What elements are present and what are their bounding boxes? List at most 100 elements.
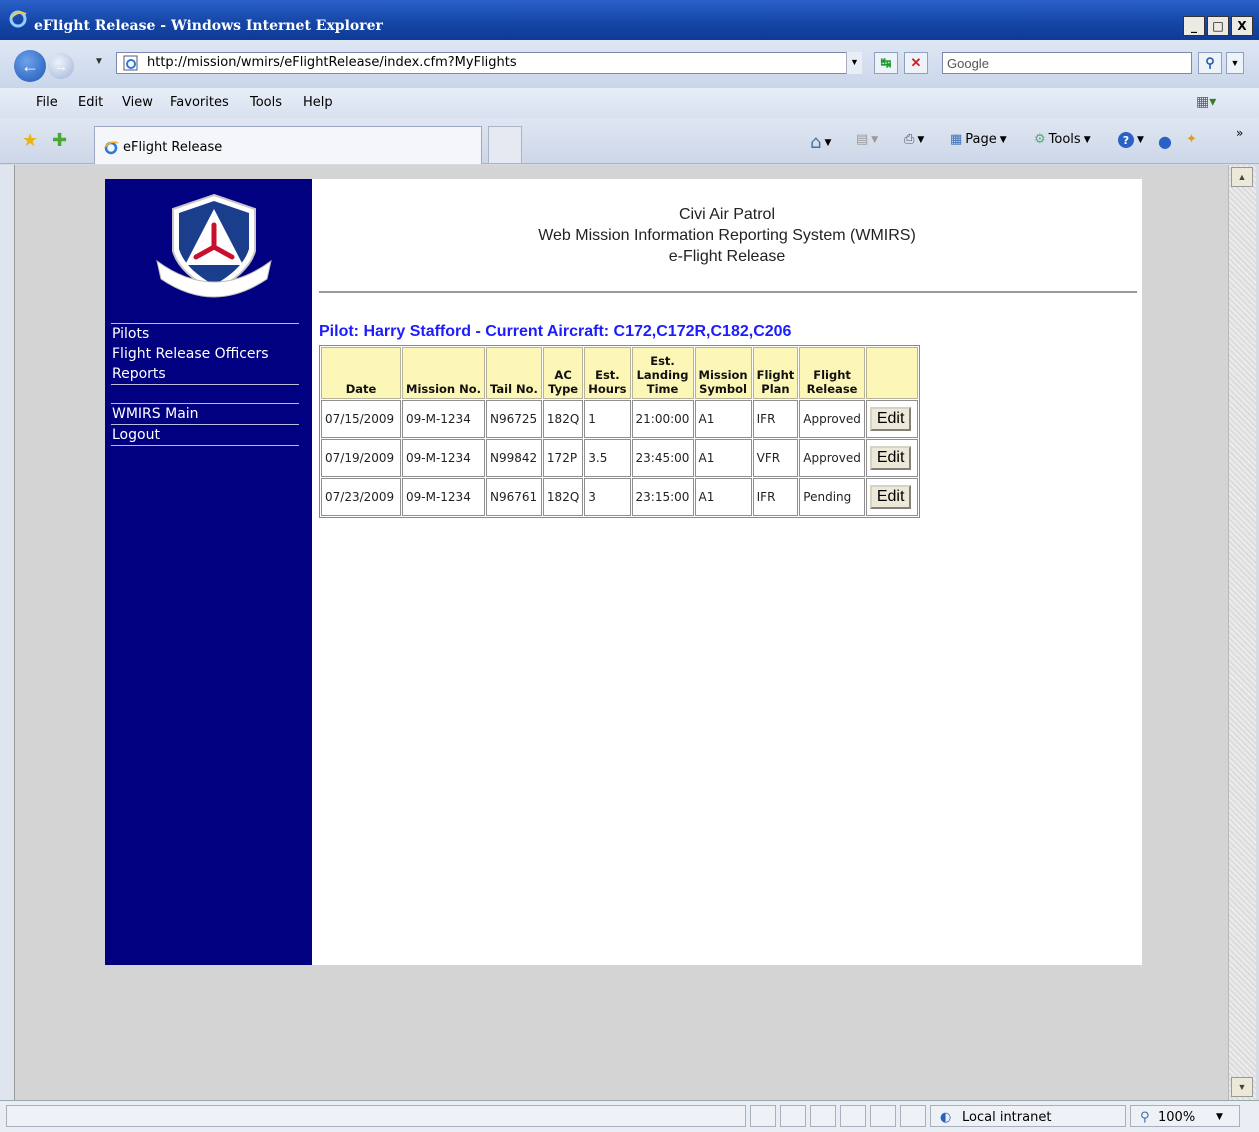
col-header-mission-symbol: Mission Symbol xyxy=(694,347,752,399)
cell-date: 07/15/2009 xyxy=(321,400,401,438)
header-line-1: Civi Air Patrol xyxy=(678,206,776,223)
cell-flight-plan: IFR xyxy=(752,400,799,438)
arrow-left-icon: ← xyxy=(21,55,39,76)
status-panel xyxy=(780,1105,806,1127)
stop-button[interactable]: ✕ xyxy=(904,52,928,74)
more-commands-button[interactable]: » xyxy=(1236,126,1243,140)
cell-mission-symbol: A1 xyxy=(694,400,752,438)
menu-tools[interactable]: Tools xyxy=(250,95,282,110)
search-input[interactable]: Google xyxy=(942,52,1192,74)
menu-view[interactable]: View xyxy=(122,95,153,110)
cell-flight-plan: IFR xyxy=(752,478,799,516)
edit-button[interactable]: Edit xyxy=(869,446,912,470)
status-panel xyxy=(900,1105,926,1127)
ie-page-icon xyxy=(104,141,119,155)
chevron-down-icon: ▼ xyxy=(1137,135,1144,145)
intranet-globe-icon: ◐ xyxy=(940,1110,952,1125)
favorites-star-icon[interactable]: ★ xyxy=(22,130,38,151)
cell-mission-symbol: A1 xyxy=(694,439,752,477)
cell-est-landing-time: 21:00:00 xyxy=(631,400,694,438)
tab-label: eFlight Release xyxy=(123,140,223,155)
tab-eflight-release[interactable]: eFlight Release xyxy=(94,126,482,164)
sparkle-icon: ✦ xyxy=(1186,132,1197,147)
cell-mission-no: 09-M-1234 xyxy=(402,400,486,438)
nav-link-pilots[interactable]: Pilots xyxy=(111,324,299,344)
arrow-right-icon: → xyxy=(54,58,68,74)
add-favorites-icon[interactable]: ✚ xyxy=(52,130,67,151)
search-button[interactable]: ⚲ xyxy=(1198,52,1222,74)
refresh-button[interactable]: ↹ xyxy=(874,52,898,74)
add-on-button[interactable]: ✦ xyxy=(1186,132,1197,147)
printer-icon: ⎙ xyxy=(904,132,915,147)
col-header-est-hours: Est. Hours xyxy=(584,347,631,399)
chevron-down-icon[interactable]: ▼ xyxy=(1216,1112,1223,1122)
chevron-down-icon: ▼ xyxy=(917,134,925,145)
header-line-3: e-Flight Release xyxy=(668,248,786,265)
gear-icon: ⚙ xyxy=(1034,132,1046,147)
col-header-ac-type: AC Type xyxy=(542,347,584,399)
nav-link-logout[interactable]: Logout xyxy=(111,425,299,445)
status-panel xyxy=(840,1105,866,1127)
home-button[interactable]: ⌂ ▼ xyxy=(810,132,831,153)
tools-menu-button[interactable]: ⚙ Tools ▼ xyxy=(1034,132,1091,147)
chevron-down-icon: ▼ xyxy=(999,134,1007,145)
cell-est-landing-time: 23:15:00 xyxy=(631,478,694,516)
chevron-down-icon: ▼ xyxy=(871,134,879,145)
refresh-icon: ↹ xyxy=(880,55,892,70)
cell-est-hours: 1 xyxy=(584,400,631,438)
cell-actions: Edit xyxy=(865,439,918,477)
nav-link-reports[interactable]: Reports xyxy=(111,364,299,384)
cell-tail-no: N96761 xyxy=(486,478,542,516)
window-title-bar: eFlight Release - Windows Internet Explo… xyxy=(0,0,1259,40)
toolbar-extension-icon[interactable]: ▦▾ xyxy=(1196,94,1216,110)
help-button[interactable]: ? ▼ xyxy=(1118,132,1144,148)
maximize-button[interactable]: □ xyxy=(1207,16,1229,36)
nav-link-wmirs-main[interactable]: WMIRS Main xyxy=(111,404,299,424)
page-header: Civi Air Patrol Web Mission Information … xyxy=(319,204,1135,267)
feeds-button[interactable]: ▤ ▼ xyxy=(856,132,878,147)
menu-edit[interactable]: Edit xyxy=(78,95,103,110)
cell-ac-type: 182Q xyxy=(542,400,584,438)
history-dropdown-icon[interactable]: ▼ xyxy=(94,56,104,67)
window-title: eFlight Release - Windows Internet Explo… xyxy=(34,18,383,34)
home-icon: ⌂ xyxy=(810,132,822,153)
col-header-mission-no: Mission No. xyxy=(402,347,486,399)
vertical-scrollbar[interactable]: ▲ ▼ xyxy=(1228,165,1256,1100)
col-header-flight-release: Flight Release xyxy=(799,347,865,399)
cell-mission-no: 09-M-1234 xyxy=(402,478,486,516)
cell-date: 07/23/2009 xyxy=(321,478,401,516)
menu-favorites[interactable]: Favorites xyxy=(170,95,229,110)
scroll-up-icon[interactable]: ▲ xyxy=(1231,167,1253,187)
table-row: 07/19/2009 09-M-1234 N99842 172P 3.5 23:… xyxy=(321,439,918,477)
forward-button[interactable]: → xyxy=(48,53,74,79)
menu-file[interactable]: File xyxy=(36,95,58,110)
research-button[interactable]: ● xyxy=(1158,132,1172,151)
edit-button[interactable]: Edit xyxy=(869,485,912,509)
close-button[interactable]: X xyxy=(1231,16,1253,36)
edit-button[interactable]: Edit xyxy=(869,407,912,431)
scroll-down-icon[interactable]: ▼ xyxy=(1231,1077,1253,1097)
cell-actions: Edit xyxy=(865,400,918,438)
col-header-date: Date xyxy=(321,347,401,399)
cell-ac-type: 182Q xyxy=(542,478,584,516)
page-menu-label: Page xyxy=(965,132,997,147)
cell-tail-no: N96725 xyxy=(486,400,542,438)
search-options-button[interactable]: ▼ xyxy=(1226,52,1244,74)
menu-help[interactable]: Help xyxy=(303,95,333,110)
civil-air-patrol-logo xyxy=(156,193,272,298)
cell-mission-no: 09-M-1234 xyxy=(402,439,486,477)
ie-page-icon xyxy=(123,55,138,71)
cell-flight-release: Approved xyxy=(799,400,865,438)
nav-link-flight-release-officers[interactable]: Flight Release Officers xyxy=(111,344,299,364)
minimize-button[interactable]: _ xyxy=(1183,16,1205,36)
new-tab-button[interactable] xyxy=(488,126,522,164)
page-menu-button[interactable]: ▦ Page ▼ xyxy=(950,132,1007,147)
table-header-row: Date Mission No. Tail No. AC Type Est. H… xyxy=(321,347,918,399)
address-dropdown-icon[interactable]: ▼ xyxy=(846,52,862,74)
chevron-double-right-icon: » xyxy=(1236,126,1244,140)
address-input[interactable]: http://mission/wmirs/eFlightRelease/inde… xyxy=(116,52,862,74)
cell-flight-release: Approved xyxy=(799,439,865,477)
back-button[interactable]: ← xyxy=(14,50,46,82)
print-button[interactable]: ⎙ ▼ xyxy=(904,132,924,147)
status-panel xyxy=(870,1105,896,1127)
